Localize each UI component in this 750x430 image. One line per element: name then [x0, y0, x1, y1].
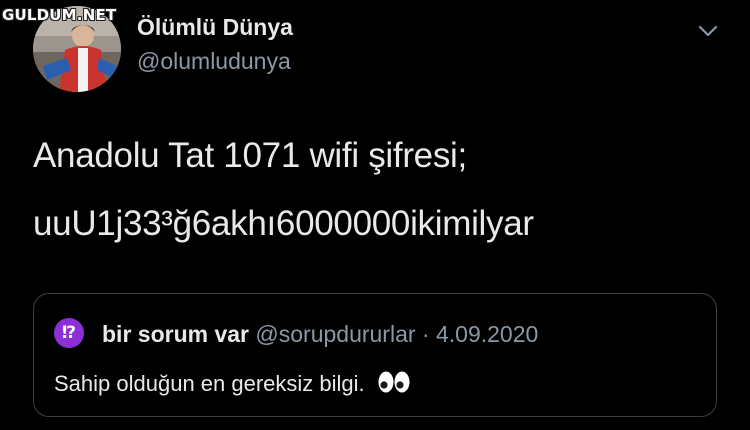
watermark-logo: GULDUM.NET — [2, 6, 117, 24]
quoted-display-name[interactable]: bir sorum var — [102, 321, 249, 347]
tweet-text-line-2: uuU1j33³ğ6akhı6000000ikimilyar — [33, 204, 534, 243]
eyes-icon — [377, 370, 411, 400]
separator-dot: · — [421, 321, 430, 347]
user-handle[interactable]: @olumludunya — [137, 48, 291, 75]
quoted-tweet-card[interactable]: ⁉ bir sorum var @sorupdururlar · 4.09.20… — [33, 293, 717, 417]
display-name[interactable]: Ölümlü Dünya — [137, 14, 293, 41]
tweet-text-line-1: Anadolu Tat 1071 wifi şifresi; — [33, 136, 467, 175]
quoted-tweet-text-content: Sahip olduğun en gereksiz bilgi. — [54, 370, 365, 396]
quoted-date[interactable]: 4.09.2020 — [436, 321, 538, 347]
more-options-chevron-down-icon[interactable] — [694, 20, 722, 42]
quoted-avatar-interrobang-icon[interactable]: ⁉ — [54, 318, 84, 348]
quoted-user-handle[interactable]: @sorupdururlar — [255, 321, 415, 347]
quoted-tweet-text: Sahip olduğun en gereksiz bilgi. — [54, 370, 411, 400]
quoted-tweet-header: bir sorum var @sorupdururlar · 4.09.2020 — [102, 321, 538, 348]
